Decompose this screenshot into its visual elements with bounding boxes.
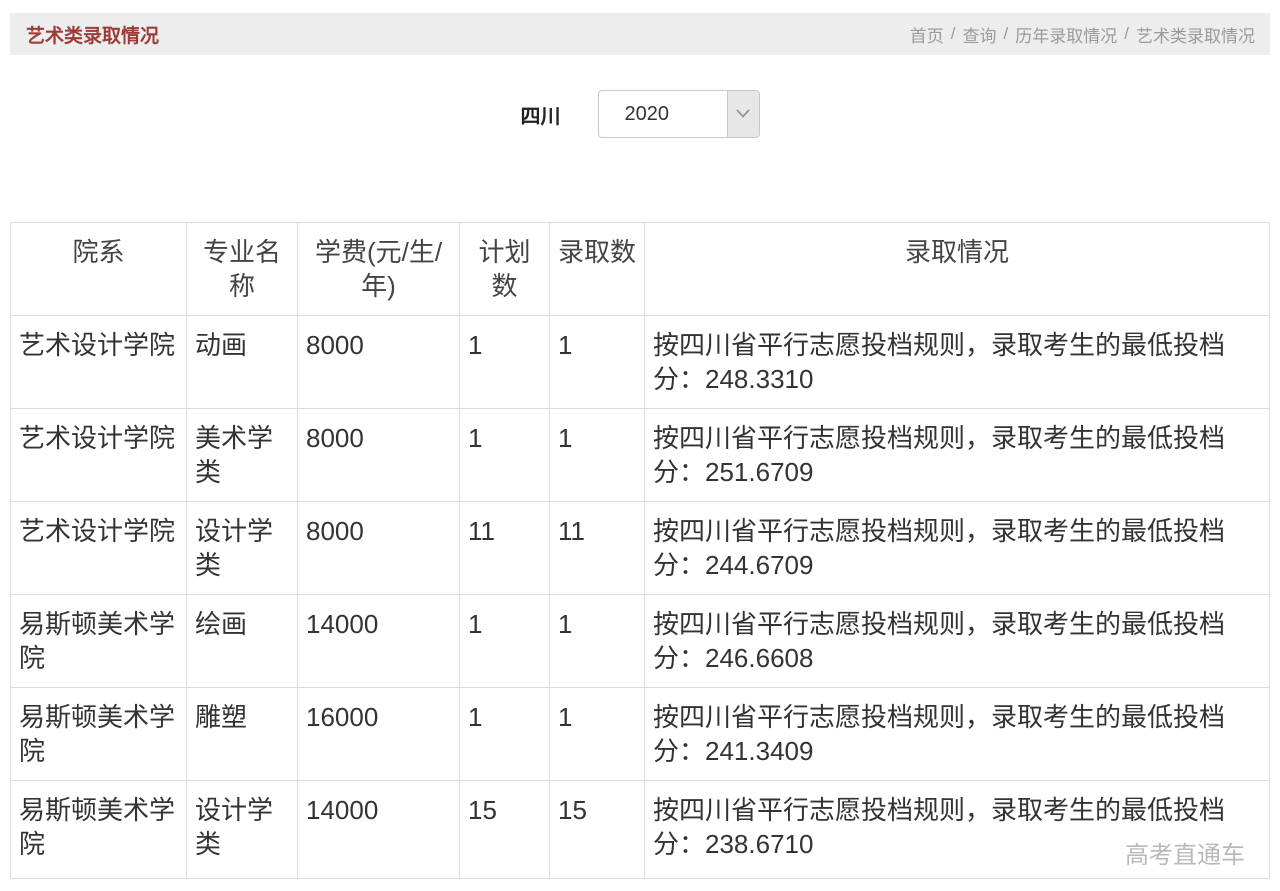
cell-major: 绘画	[186, 594, 298, 688]
col-header-major: 专业名称	[186, 222, 298, 316]
cell-department: 艺术设计学院	[10, 315, 187, 409]
cell-department: 易斯顿美术学院	[10, 780, 187, 879]
table-row: 艺术设计学院 设计学类 8000 11 11 按四川省平行志愿投档规则，录取考生…	[10, 501, 1270, 595]
cell-admission-detail: 按四川省平行志愿投档规则，录取考生的最低投档分：251.6709	[644, 408, 1270, 502]
col-header-admission-detail: 录取情况	[644, 222, 1270, 316]
cell-tuition: 14000	[297, 780, 460, 879]
cell-department: 艺术设计学院	[10, 501, 187, 595]
cell-plan-count: 1	[459, 594, 550, 688]
table-header-row: 院系 专业名称 学费(元/生/年) 计划数 录取数 录取情况	[10, 222, 1270, 316]
cell-major: 设计学类	[186, 780, 298, 879]
cell-admission-detail: 按四川省平行志愿投档规则，录取考生的最低投档分：241.3409	[644, 687, 1270, 781]
cell-plan-count: 1	[459, 687, 550, 781]
chevron-down-icon	[736, 105, 750, 123]
table-row: 艺术设计学院 动画 8000 1 1 按四川省平行志愿投档规则，录取考生的最低投…	[10, 315, 1270, 409]
breadcrumb-item-current: 艺术类录取情况	[1136, 26, 1255, 46]
col-header-admit-count: 录取数	[549, 222, 645, 316]
cell-admit-count: 1	[549, 687, 645, 781]
cell-tuition: 8000	[297, 408, 460, 502]
cell-admit-count: 15	[549, 780, 645, 879]
cell-admission-detail: 按四川省平行志愿投档规则，录取考生的最低投档分：246.6608	[644, 594, 1270, 688]
filter-row: 四川 2020	[10, 90, 1270, 138]
cell-admission-detail: 按四川省平行志愿投档规则，录取考生的最低投档分：244.6709	[644, 501, 1270, 595]
breadcrumb-separator: /	[950, 24, 956, 43]
cell-admission-detail: 按四川省平行志愿投档规则，录取考生的最低投档分：238.6710	[644, 780, 1270, 879]
cell-plan-count: 15	[459, 780, 550, 879]
breadcrumb-item-home[interactable]: 首页	[910, 22, 944, 47]
cell-major: 雕塑	[186, 687, 298, 781]
cell-admit-count: 1	[549, 594, 645, 688]
breadcrumb-item-query[interactable]: 查询	[963, 22, 997, 47]
cell-department: 易斯顿美术学院	[10, 594, 187, 688]
cell-plan-count: 1	[459, 315, 550, 409]
cell-admission-detail: 按四川省平行志愿投档规则，录取考生的最低投档分：248.3310	[644, 315, 1270, 409]
cell-plan-count: 11	[459, 501, 550, 595]
table-row: 易斯顿美术学院 绘画 14000 1 1 按四川省平行志愿投档规则，录取考生的最…	[10, 594, 1270, 688]
year-select-value: 2020	[624, 102, 670, 125]
table-row: 易斯顿美术学院 设计学类 14000 15 15 按四川省平行志愿投档规则，录取…	[10, 780, 1270, 879]
top-title-bar: 艺术类录取情况 首页 / 查询 / 历年录取情况 / 艺术类录取情况	[10, 13, 1270, 55]
breadcrumb-separator: /	[1124, 24, 1129, 43]
col-header-department: 院系	[10, 222, 187, 316]
cell-admit-count: 11	[549, 501, 645, 595]
cell-department: 易斯顿美术学院	[10, 687, 187, 781]
cell-plan-count: 1	[459, 408, 550, 502]
cell-tuition: 16000	[297, 687, 460, 781]
breadcrumb-separator: /	[1003, 24, 1009, 43]
page: 艺术类录取情况 首页 / 查询 / 历年录取情况 / 艺术类录取情况 四川 20…	[0, 0, 1280, 879]
col-header-plan-count: 计划数	[459, 222, 550, 316]
cell-major: 动画	[186, 315, 298, 409]
table-row: 艺术设计学院 美术学类 8000 1 1 按四川省平行志愿投档规则，录取考生的最…	[10, 408, 1270, 502]
breadcrumb: 首页 / 查询 / 历年录取情况 / 艺术类录取情况	[910, 22, 1255, 47]
admission-table-wrap: 院系 专业名称 学费(元/生/年) 计划数 录取数 录取情况 艺术设计学院 动画…	[10, 222, 1270, 879]
cell-major: 美术学类	[186, 408, 298, 502]
breadcrumb-item-history-admission[interactable]: 历年录取情况	[1015, 22, 1117, 47]
cell-department: 艺术设计学院	[10, 408, 187, 502]
cell-tuition: 14000	[297, 594, 460, 688]
cell-tuition: 8000	[297, 501, 460, 595]
province-label: 四川	[520, 105, 561, 128]
cell-admit-count: 1	[549, 315, 645, 409]
col-header-tuition: 学费(元/生/年)	[297, 222, 460, 316]
cell-admit-count: 1	[549, 408, 645, 502]
cell-major: 设计学类	[186, 501, 298, 595]
table-row: 易斯顿美术学院 雕塑 16000 1 1 按四川省平行志愿投档规则，录取考生的最…	[10, 687, 1270, 781]
admission-table: 院系 专业名称 学费(元/生/年) 计划数 录取数 录取情况 艺术设计学院 动画…	[10, 222, 1270, 879]
year-select[interactable]: 2020	[597, 90, 760, 138]
page-title: 艺术类录取情况	[26, 25, 160, 47]
year-select-arrow-button[interactable]	[726, 91, 759, 137]
cell-tuition: 8000	[297, 315, 460, 409]
